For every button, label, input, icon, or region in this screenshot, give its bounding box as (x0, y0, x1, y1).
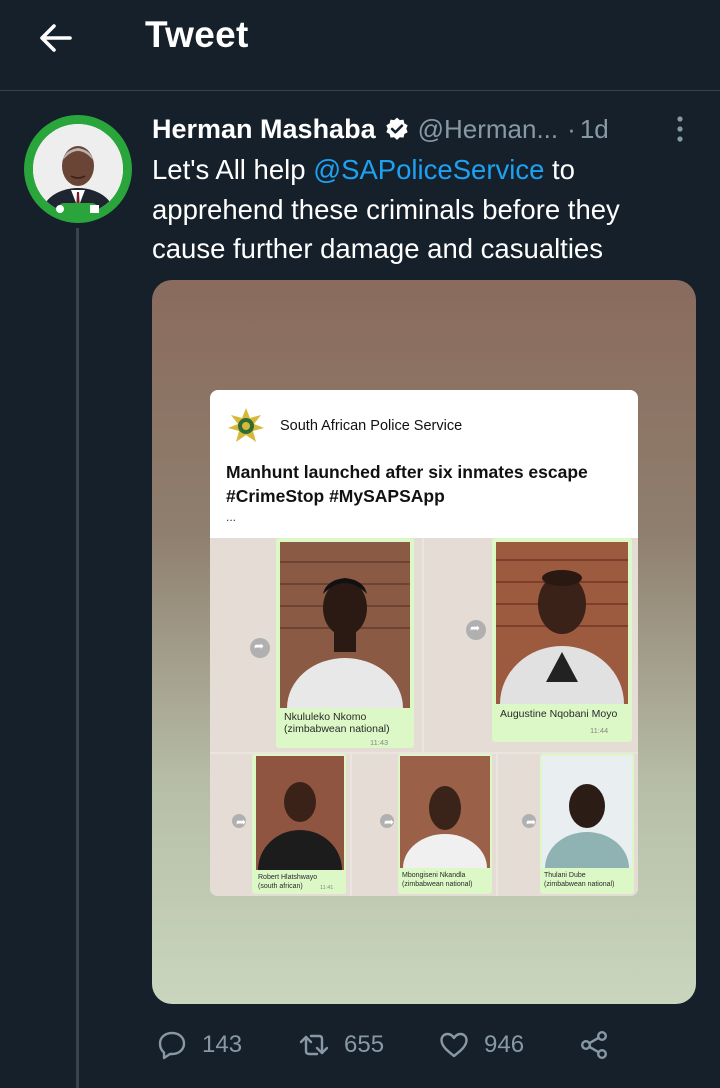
card-org-row: South African Police Service (226, 406, 462, 446)
retweet-button[interactable]: 655 (298, 1022, 384, 1068)
back-button[interactable] (34, 16, 78, 60)
message-time: 11:41 (320, 885, 334, 891)
retweet-icon (299, 1034, 329, 1056)
suspect-photo (496, 542, 628, 704)
reply-button[interactable]: 143 (156, 1022, 242, 1068)
share-button[interactable] (578, 1022, 610, 1068)
saps-star-badge-icon (228, 408, 264, 442)
suspect-note: (zimbabwean national) (544, 881, 615, 888)
meta-separator: · (567, 113, 576, 144)
author-handle[interactable]: @Herman... (418, 114, 559, 145)
tweet-author-row: Herman Mashaba @Herman... · 1d (152, 111, 609, 147)
suspect-note: (south african) (258, 883, 303, 890)
suspect-photo (400, 756, 490, 868)
suspects-collage: Nkululeko Nkomo (zimbabwean national) 11… (210, 538, 638, 896)
tweet-detail-screen: Tweet Herman Mashaba @Herman... · 1d Let… (0, 0, 720, 1088)
card-ellipsis: ... (226, 510, 237, 524)
heart-icon (440, 1032, 468, 1058)
tweet-text-part1: Let's All help (152, 154, 314, 185)
like-count: 946 (484, 1031, 525, 1058)
suspect-note: (zimbabwean national) (284, 723, 390, 735)
tweet-timestamp[interactable]: 1d (580, 114, 609, 145)
suspect-photo (542, 756, 632, 868)
suspect-note: (zimbabwean national) (402, 881, 473, 888)
actionsa-logo (56, 203, 99, 215)
suspect-photo (280, 542, 410, 708)
header-divider (0, 90, 720, 91)
tweet-media-image[interactable]: South African Police Service Manhunt lau… (152, 280, 696, 1004)
reply-count: 143 (202, 1031, 243, 1058)
reply-icon (158, 1031, 186, 1060)
suspect-name: Nkululeko Nkomo (284, 711, 367, 723)
like-button[interactable]: 946 (438, 1022, 524, 1068)
thread-line (76, 228, 79, 1088)
saps-post-screenshot: South African Police Service Manhunt lau… (210, 390, 638, 896)
top-app-bar: Tweet (0, 0, 720, 90)
card-headline: Manhunt launched after six inmates escap… (226, 462, 588, 506)
forward-icon (380, 814, 394, 829)
suspect-photo (256, 756, 344, 870)
share-icon (580, 1031, 608, 1060)
tweet-text: Let's All help @SAPoliceService to appre… (152, 150, 692, 269)
suspect-name: Mbongiseni Nkandla (402, 872, 466, 879)
forward-icon (466, 620, 486, 640)
more-vertical-icon (677, 116, 683, 142)
suspect-name: Augustine Nqobani Moyo (500, 708, 618, 720)
forward-icon (232, 814, 246, 829)
page-title: Tweet (145, 14, 249, 55)
tweet-action-bar: 143 655 946 (152, 1022, 692, 1068)
message-time: 11:43 (370, 738, 389, 747)
suspect-name: Robert Hlatshwayo (258, 874, 318, 881)
message-time: 11:44 (590, 726, 609, 735)
suspect-name: Thulani Dube (544, 872, 586, 879)
forward-icon (250, 638, 270, 658)
arrow-left-icon (40, 24, 72, 52)
mention-link[interactable]: @SAPoliceService (313, 154, 544, 185)
more-options-button[interactable] (668, 114, 692, 144)
verified-badge-icon (385, 117, 408, 140)
display-name[interactable]: Herman Mashaba (152, 114, 376, 145)
retweet-count: 655 (344, 1031, 385, 1058)
forward-icon (522, 814, 536, 829)
avatar[interactable] (24, 115, 132, 223)
card-org-name: South African Police Service (280, 418, 463, 434)
